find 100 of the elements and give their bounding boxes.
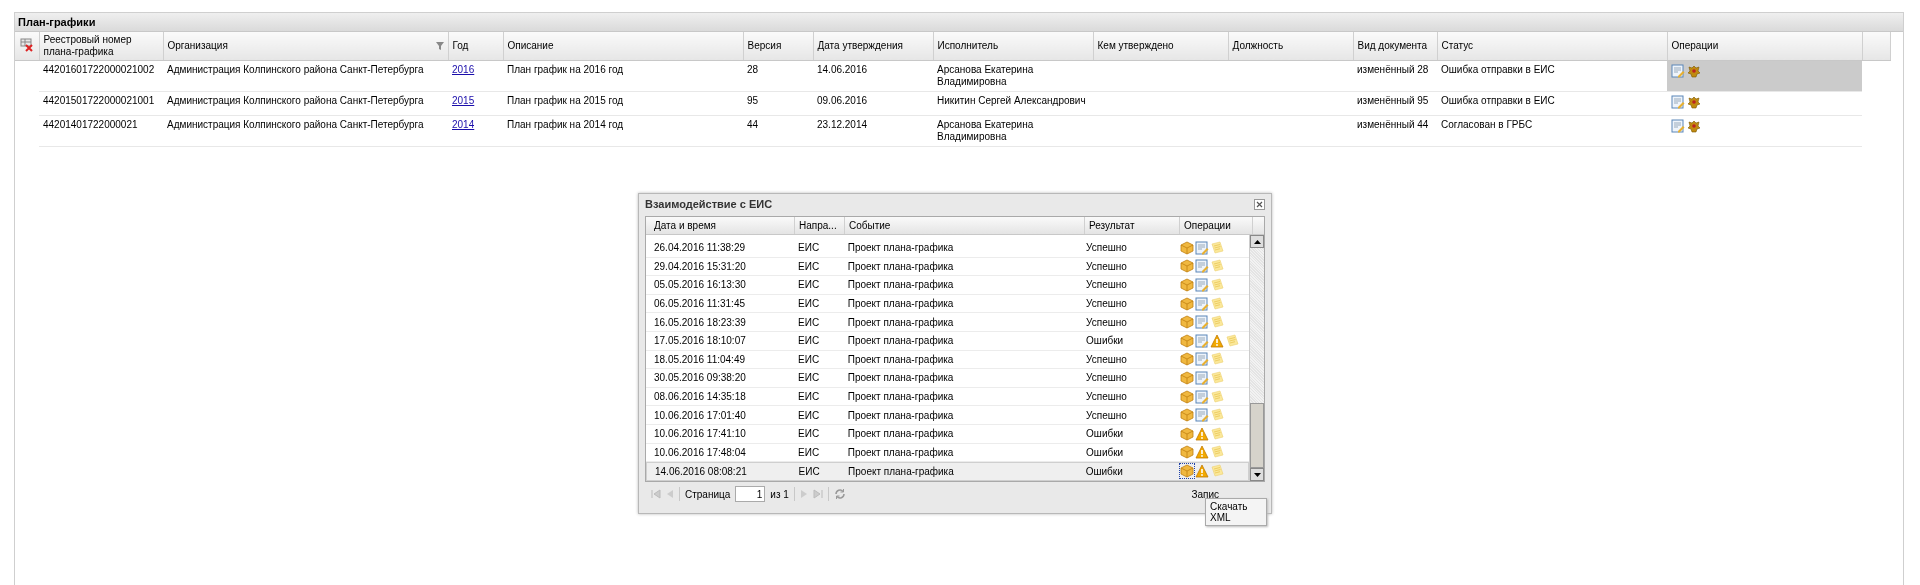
- table-cell: 08.06.2016 14:35:18: [654, 391, 746, 403]
- records-status: Запис: [1191, 488, 1219, 500]
- table-cell: 17.05.2016 18:10:07: [654, 335, 746, 347]
- column-header[interactable]: Дата и время: [650, 217, 795, 234]
- notes-icon[interactable]: [1210, 240, 1225, 255]
- warning-icon[interactable]: [1194, 464, 1209, 479]
- table-cell: 10.06.2016 17:48:04: [654, 446, 746, 458]
- table-cell: 05.05.2016 16:13:30: [654, 279, 746, 291]
- table-cell: Проект плана-графика: [847, 428, 954, 440]
- panel-title: План-графики: [15, 13, 1903, 32]
- notes-icon[interactable]: [1210, 259, 1225, 274]
- table-cell: Успешно: [1086, 279, 1127, 291]
- table-cell: Успешно: [1086, 316, 1127, 328]
- document-icon[interactable]: [1195, 352, 1210, 367]
- column-header[interactable]: Результат: [1085, 217, 1180, 234]
- first-page-icon[interactable]: [651, 489, 661, 499]
- table-cell: 14.06.2016 08:08:21: [655, 465, 747, 477]
- table-cell: 23.12.2014: [817, 119, 868, 130]
- notes-icon[interactable]: [1210, 352, 1225, 367]
- last-page-icon[interactable]: [812, 489, 823, 499]
- document-icon[interactable]: [1195, 296, 1210, 311]
- notes-icon[interactable]: [1210, 315, 1225, 330]
- table-cell: изменённый 44: [1357, 119, 1429, 130]
- column-header[interactable]: Событие: [845, 217, 1085, 234]
- previous-page-icon[interactable]: [666, 489, 674, 499]
- table-cell: ЕИС: [798, 391, 820, 403]
- scrollbar[interactable]: [1249, 235, 1264, 481]
- notes-icon[interactable]: [1225, 333, 1240, 348]
- table-cell: 44201401722000021: [43, 119, 138, 130]
- emblem-icon[interactable]: [1687, 95, 1701, 109]
- column-header[interactable]: Операции: [1671, 40, 1719, 52]
- document-icon[interactable]: [1195, 315, 1210, 330]
- year-link[interactable]: 2014: [452, 119, 475, 130]
- table-cell: Арсанова Екатерина Владимировна: [937, 119, 1034, 142]
- table-cell: ЕИС: [798, 409, 820, 421]
- column-header[interactable]: Напра...: [795, 217, 845, 234]
- close-icon[interactable]: [1254, 198, 1265, 210]
- document-icon[interactable]: [1195, 389, 1210, 404]
- notes-icon[interactable]: [1210, 370, 1225, 385]
- table-cell: Успешно: [1086, 353, 1127, 365]
- document-icon[interactable]: [1195, 333, 1210, 348]
- column-header[interactable]: Год: [452, 40, 469, 52]
- table-cell: Проект плана-графика: [847, 298, 954, 310]
- table-cell: Проект плана-графика: [847, 391, 954, 403]
- scroll-up-icon[interactable]: [1250, 235, 1264, 248]
- table-cell: ЕИС: [798, 428, 820, 440]
- scrollbar-thumb[interactable]: [1250, 403, 1264, 468]
- year-link[interactable]: 2015: [452, 95, 475, 106]
- document-icon[interactable]: [1195, 370, 1210, 385]
- notes-icon[interactable]: [1210, 296, 1225, 311]
- tooltip: Скачать XML: [1205, 498, 1267, 526]
- notes-icon[interactable]: [1210, 389, 1225, 404]
- edit-document-icon[interactable]: [1671, 64, 1685, 78]
- table-cell: Проект плана-графика: [847, 316, 954, 328]
- column-header[interactable]: Организация: [167, 40, 228, 52]
- table-cell: Администрация Колпинского района Санкт-Петербурга: [167, 95, 424, 106]
- clear-grid-icon[interactable]: [19, 38, 34, 52]
- column-header[interactable]: Статус: [1441, 40, 1474, 52]
- document-icon[interactable]: [1195, 259, 1210, 274]
- scroll-down-icon[interactable]: [1250, 468, 1264, 481]
- column-header[interactable]: Описание: [507, 40, 554, 52]
- document-icon[interactable]: [1195, 408, 1210, 423]
- package-icon[interactable]: [1179, 464, 1194, 479]
- table-cell: Ошибки: [1086, 446, 1124, 458]
- notes-icon[interactable]: [1210, 278, 1225, 292]
- table-cell: Проект плана-графика: [847, 353, 954, 365]
- table-cell: Арсанова Екатерина Владимировна: [937, 64, 1034, 87]
- refresh-icon[interactable]: [833, 488, 846, 500]
- table-cell: План график на 2015 год: [507, 95, 624, 106]
- page-input[interactable]: 1: [735, 486, 766, 502]
- next-page-icon[interactable]: [799, 489, 808, 499]
- table-cell: изменённый 95: [1357, 95, 1429, 106]
- table-cell: ЕИС: [798, 353, 820, 365]
- table-cell: Ошибка отправки в ЕИС: [1441, 95, 1555, 106]
- table-cell: Никитин Сергей Александрович: [937, 95, 1086, 106]
- column-header[interactable]: Должность: [1232, 40, 1284, 52]
- notes-icon[interactable]: [1210, 426, 1225, 441]
- column-header[interactable]: Операции: [1180, 217, 1253, 234]
- emblem-icon[interactable]: [1687, 119, 1701, 133]
- document-icon[interactable]: [1195, 278, 1210, 292]
- table-cell: ЕИС: [798, 335, 820, 347]
- filter-icon[interactable]: [435, 42, 444, 50]
- table-cell: 29.04.2016 15:31:20: [654, 260, 746, 272]
- table-cell: Администрация Колпинского района Санкт-Петербурга: [167, 119, 424, 130]
- table-cell: Проект плана-графика: [847, 279, 954, 291]
- table-cell: Ошибки: [1085, 465, 1123, 477]
- page-label: Страница: [685, 488, 731, 500]
- table-cell: 44201601722000021002: [43, 64, 155, 75]
- table-cell: ЕИС: [798, 260, 820, 272]
- notes-icon[interactable]: [1210, 408, 1225, 423]
- table-cell: 95: [747, 95, 759, 106]
- year-link[interactable]: 2016: [452, 64, 475, 75]
- table-cell: Согласован в ГРБС: [1441, 119, 1533, 130]
- table-cell: Успешно: [1086, 242, 1127, 254]
- table-cell: Проект плана-графика: [847, 372, 954, 384]
- table-cell: Успешно: [1086, 260, 1127, 272]
- document-icon[interactable]: [1195, 240, 1210, 255]
- emblem-icon[interactable]: [1687, 64, 1701, 78]
- table-cell: Проект плана-графика: [847, 409, 954, 421]
- column-header[interactable]: Исполнитель: [937, 40, 999, 52]
